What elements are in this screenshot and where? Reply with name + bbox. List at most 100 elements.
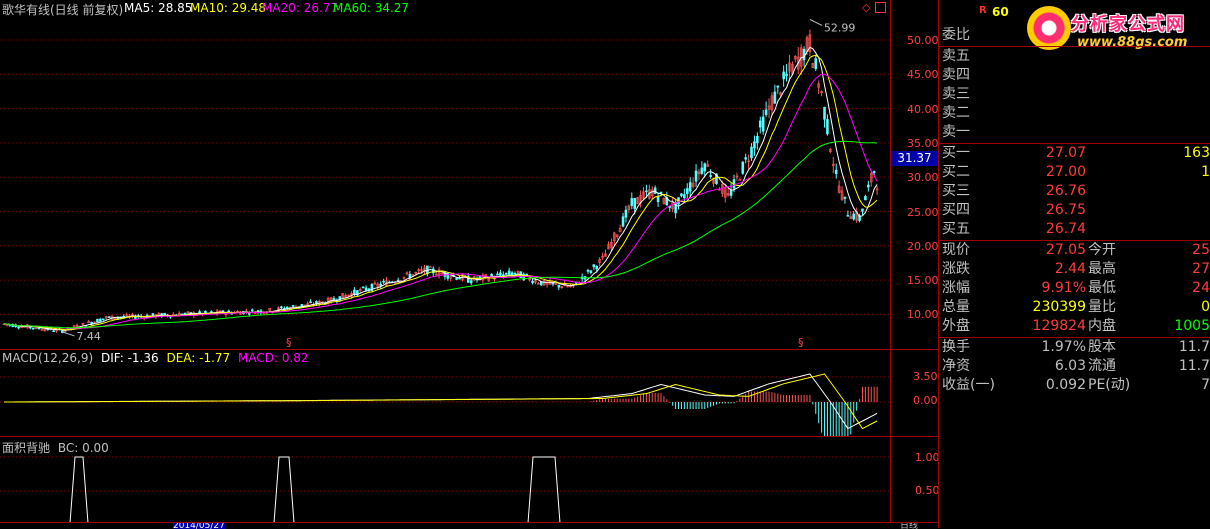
candle-body [507, 270, 511, 276]
fund-row-2-value2: 7 [1201, 377, 1210, 393]
stat-row-2-label: 涨幅 [942, 280, 970, 296]
candle-body [595, 265, 599, 270]
price-tick: 20.00 [907, 239, 939, 253]
low-marker [62, 331, 75, 337]
ma10-line [3, 54, 878, 331]
bc-signal-line [0, 456, 890, 523]
candle-body [496, 273, 499, 276]
candle-body [382, 280, 385, 283]
price-tick: 40.00 [907, 102, 939, 116]
bc-title: 面积背驰 [2, 441, 51, 455]
candle-body [513, 273, 517, 275]
buy-level-4: 买四 26.75 [942, 201, 1208, 220]
sell-level-3-label: 卖三 [942, 86, 970, 102]
buy-level-4-label: 买四 [942, 202, 970, 218]
candle-body [741, 161, 745, 174]
high-price-label: 52.99 [824, 21, 856, 34]
buy-level-2-value: 27.00 [1045, 164, 1086, 180]
ma20-line [3, 73, 878, 329]
macd-tick: 3.50 [913, 370, 938, 383]
candle-body [688, 182, 692, 192]
fund-row-2-label2: PE(动) [1088, 377, 1131, 393]
candle-body [107, 316, 111, 319]
candle-body [247, 313, 251, 315]
buy-level-5-label: 买五 [942, 221, 970, 237]
stat-row-2-label2: 最低 [1088, 280, 1116, 296]
candle-body [455, 277, 458, 280]
candle-body [429, 266, 432, 268]
candle-body [703, 163, 707, 172]
candle-body [764, 109, 768, 115]
event-marker-icon[interactable]: § [798, 336, 804, 349]
candle-body [379, 283, 382, 287]
bc-tick: 0.50 [915, 484, 940, 497]
candle-body [867, 184, 870, 188]
stat-row-2: 涨幅 9.91% 最低 24 [942, 279, 1210, 298]
stat-row-4-value: 129824 [1032, 318, 1086, 334]
candle-body [685, 188, 689, 195]
candle-body [729, 189, 733, 196]
candle-body [861, 208, 864, 212]
ma5-readout: MA5: 28.85 [124, 1, 193, 15]
stat-row-3-value2: 0 [1201, 299, 1210, 315]
candle-body [163, 312, 166, 316]
fund-row-1-value: 6.03 [1054, 358, 1086, 374]
bc-panel[interactable]: 面积背驰 BC: 0.00 [0, 436, 890, 523]
candle-body [744, 157, 747, 160]
candle-body [101, 318, 105, 321]
stat-row-1-value: 2.44 [1054, 261, 1086, 277]
buy-level-2-value2: 1 [1201, 164, 1210, 180]
fund-row-2-value: 0.092 [1045, 377, 1086, 393]
candle-body [31, 327, 35, 330]
ma60-readout: MA60: 34.27 [333, 1, 410, 15]
buy-level-1: 买一 27.07 163 [942, 144, 1210, 163]
candle-body [773, 91, 777, 104]
price-tick: 25.00 [907, 205, 939, 219]
candle-body [700, 167, 704, 174]
candle-body [361, 286, 365, 289]
candle-body [645, 190, 648, 193]
stat-row-3-value: 230399 [1032, 299, 1086, 315]
candlestick-chart[interactable]: 52.99 7.44 § § [0, 0, 890, 350]
fund-row-0-label2: 股本 [1088, 339, 1116, 355]
sell-level-1-label: 卖一 [942, 124, 970, 140]
macd-panel[interactable]: MACD(12,26,9) DIF: -1.36 DEA: -1.77 MACD… [0, 349, 890, 437]
stat-row-1: 涨跌 2.44 最高 27 [942, 260, 1210, 279]
candle-body [750, 146, 753, 159]
candle-body [621, 216, 625, 227]
candle-body [864, 196, 867, 201]
price-tick: 35.00 [907, 136, 939, 150]
macd-readout: MACD: 0.82 [238, 351, 309, 365]
macd-params: MACD(12,26,9) [2, 351, 94, 365]
buy-level-1-value2: 163 [1183, 145, 1210, 161]
macd-tick: 0.00 [913, 394, 938, 407]
candle-body [683, 194, 686, 199]
candle-body [776, 85, 780, 88]
candle-body [630, 198, 634, 206]
fund-row-0-value: 1.97% [1041, 339, 1086, 355]
buy-level-1-value: 27.07 [1045, 145, 1086, 161]
close-panel-icon[interactable] [875, 2, 886, 13]
chart-options-icon[interactable]: ◇ [862, 1, 870, 14]
event-marker-icon[interactable]: § [286, 336, 292, 349]
price-chart-panel[interactable]: 52.99 7.44 § § [0, 0, 890, 350]
stat-row-2-value: 9.91% [1041, 280, 1086, 296]
price-tick: 45.00 [907, 68, 939, 82]
candle-body [843, 196, 847, 199]
low-price-label: 7.44 [76, 330, 101, 343]
buy-level-3: 买三 26.76 [942, 182, 1208, 201]
candle-body [478, 276, 482, 278]
dif-readout: DIF: -1.36 [100, 351, 159, 365]
price-tick: 50.00 [907, 34, 939, 47]
candle-body [846, 215, 850, 217]
candle-body [782, 71, 785, 80]
candle-body [589, 270, 593, 273]
candle-body [37, 327, 41, 330]
candle-body [753, 141, 756, 149]
fund-row-2: 收益(一) 0.092 PE(动) 7 [942, 376, 1210, 395]
stat-row-3-label: 总量 [942, 299, 970, 315]
fund-row-2-label: 收益(一) [942, 377, 995, 393]
candle-body [99, 318, 102, 322]
period-label: 日线 [900, 522, 919, 529]
ma20-readout: MA20: 26.77 [262, 1, 339, 15]
